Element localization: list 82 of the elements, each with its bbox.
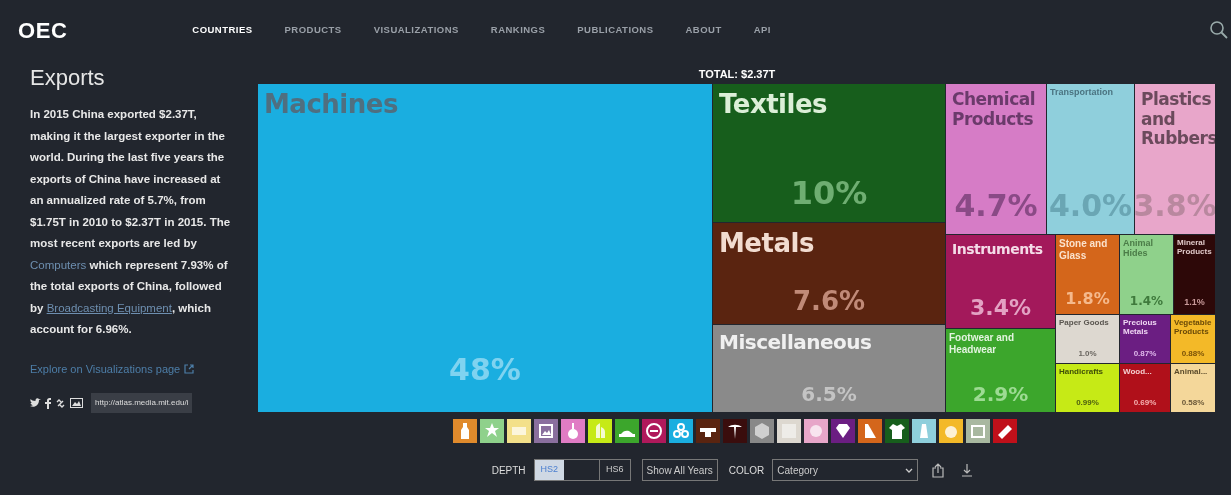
nav-link[interactable]: ABOUT bbox=[685, 22, 722, 38]
section-title: Exports bbox=[30, 64, 106, 92]
tile-percentage: 0.87% bbox=[1133, 350, 1157, 359]
tile-label: Wood... bbox=[1123, 367, 1152, 377]
tile-label: Animal Hides bbox=[1123, 238, 1154, 259]
tile-label: Precious Metals bbox=[1123, 318, 1158, 337]
tile-label: Metals bbox=[719, 229, 814, 259]
total-label: TOTAL: $2.37T bbox=[698, 67, 776, 82]
tile-label: Textiles bbox=[719, 90, 828, 120]
treemap-tile[interactable]: Chemical Products 4.7% bbox=[946, 84, 1047, 235]
tile-percentage: 7.6% bbox=[792, 287, 866, 316]
download-icon[interactable] bbox=[962, 463, 973, 477]
treemap-tile[interactable]: Mineral Products 1.1% bbox=[1174, 235, 1216, 315]
color-label: COLOR bbox=[728, 463, 765, 478]
depth-label: DEPTH bbox=[491, 463, 526, 478]
tile-label: Stone and Glass bbox=[1059, 238, 1109, 261]
tile-label: Footwear and Headwear bbox=[949, 332, 1015, 355]
treemap-tile[interactable]: Animal... 0.58% bbox=[1171, 364, 1216, 413]
search-icon[interactable] bbox=[1209, 20, 1229, 40]
treemap-tile[interactable]: Vegetable Products 0.88% bbox=[1171, 315, 1216, 364]
treemap-tile[interactable]: Miscellaneous 6.5% bbox=[713, 325, 946, 413]
tile-label: Transportation bbox=[1050, 87, 1113, 98]
treemap-tile[interactable]: Metals 7.6% bbox=[713, 223, 946, 325]
nav-link[interactable]: RANKINGS bbox=[490, 22, 546, 38]
tile-percentage: 2.9% bbox=[972, 383, 1029, 405]
category-filter-icon[interactable] bbox=[831, 419, 855, 443]
chevron-down-icon bbox=[905, 467, 914, 473]
share-icon[interactable] bbox=[932, 462, 945, 478]
treemap-tile[interactable]: Paper Goods 1.0% bbox=[1056, 315, 1120, 364]
category-filter-icon[interactable] bbox=[885, 419, 909, 443]
nav-link[interactable]: COUNTRIES bbox=[192, 22, 253, 38]
external-link-icon bbox=[184, 363, 195, 374]
tile-percentage: 4.7% bbox=[954, 189, 1038, 222]
nav-link[interactable]: PUBLICATIONS bbox=[577, 22, 654, 38]
text-link[interactable]: Computers bbox=[30, 258, 87, 271]
text-link[interactable]: Broadcasting Equipment bbox=[46, 301, 172, 314]
color-select[interactable]: Category bbox=[772, 459, 919, 481]
tile-percentage: 3.4% bbox=[970, 295, 1031, 320]
nav-link[interactable]: API bbox=[753, 22, 771, 38]
category-filter-icon[interactable] bbox=[696, 419, 720, 443]
tile-percentage: 6.5% bbox=[801, 383, 857, 405]
show-all-years-button[interactable]: Show All Years bbox=[641, 459, 718, 481]
category-filter-icon[interactable] bbox=[642, 419, 666, 443]
tile-percentage: 0.88% bbox=[1181, 350, 1205, 359]
tile-percentage: 0.69% bbox=[1133, 399, 1157, 408]
twitter-icon[interactable] bbox=[30, 398, 41, 408]
depth-option[interactable]: HS6 bbox=[600, 460, 630, 480]
tile-percentage: 1.0% bbox=[1078, 350, 1097, 359]
tile-percentage: 48% bbox=[449, 353, 521, 386]
treemap-tile[interactable]: Precious Metals 0.87% bbox=[1120, 315, 1171, 364]
tile-percentage: 0.58% bbox=[1181, 399, 1205, 408]
tile-percentage: 10% bbox=[790, 175, 868, 211]
tile-percentage: 0.99% bbox=[1076, 399, 1099, 408]
tile-label: Paper Goods bbox=[1059, 318, 1109, 328]
logo[interactable]: OEC bbox=[18, 13, 68, 47]
tile-label: Machines bbox=[264, 90, 398, 120]
summary-paragraph: In 2015 China exported $2.37T, making it the largest exporter in the world. During the last five years the exports of China have increased at an annualized rate of 5.7%, from $1.75T in 2010 to $2.37T in 2015. The most recent exports are led by Computers which represent 7.93% of the total exports of China, followed by Broadcasting Equipment, which account for 6.96%. bbox=[30, 107, 232, 337]
treemap-tile[interactable]: Textiles 10% bbox=[713, 84, 946, 223]
treemap-tile[interactable]: Instruments 3.4% bbox=[946, 235, 1056, 329]
explore-link[interactable]: Explore on Visualizations page bbox=[30, 360, 181, 377]
facebook-icon[interactable] bbox=[45, 397, 51, 409]
image-icon[interactable] bbox=[70, 398, 83, 408]
tile-label: Chemical Products bbox=[952, 90, 1037, 130]
treemap-tile[interactable]: Animal Hides 1.4% bbox=[1120, 235, 1174, 315]
tile-label: Mineral Products bbox=[1177, 238, 1212, 257]
tile-label: Handicrafts bbox=[1059, 367, 1103, 377]
nav-link[interactable]: PRODUCTS bbox=[284, 22, 342, 38]
category-filter-icon[interactable] bbox=[993, 419, 1017, 443]
tile-label: Instruments bbox=[952, 241, 1043, 258]
depth-option[interactable]: HS2 bbox=[534, 460, 565, 480]
tile-label: Animal... bbox=[1174, 367, 1208, 377]
tile-percentage: 1.8% bbox=[1065, 290, 1110, 308]
tile-percentage: 1.4% bbox=[1129, 294, 1164, 308]
category-filter-icon[interactable] bbox=[723, 419, 747, 443]
treemap-tile[interactable]: Stone and Glass 1.8% bbox=[1056, 235, 1120, 315]
treemap-tile[interactable]: Wood... 0.69% bbox=[1120, 364, 1171, 413]
tile-label: Miscellaneous bbox=[719, 331, 872, 354]
treemap-tile[interactable]: Handicrafts 0.99% bbox=[1056, 364, 1120, 413]
share-url-field[interactable]: http://atlas.media.mit.edu/i bbox=[91, 393, 193, 413]
nav-link[interactable]: VISUALIZATIONS bbox=[373, 22, 459, 38]
tile-percentage: 1.1% bbox=[1184, 298, 1205, 308]
tile-label: Vegetable Products bbox=[1174, 318, 1212, 337]
